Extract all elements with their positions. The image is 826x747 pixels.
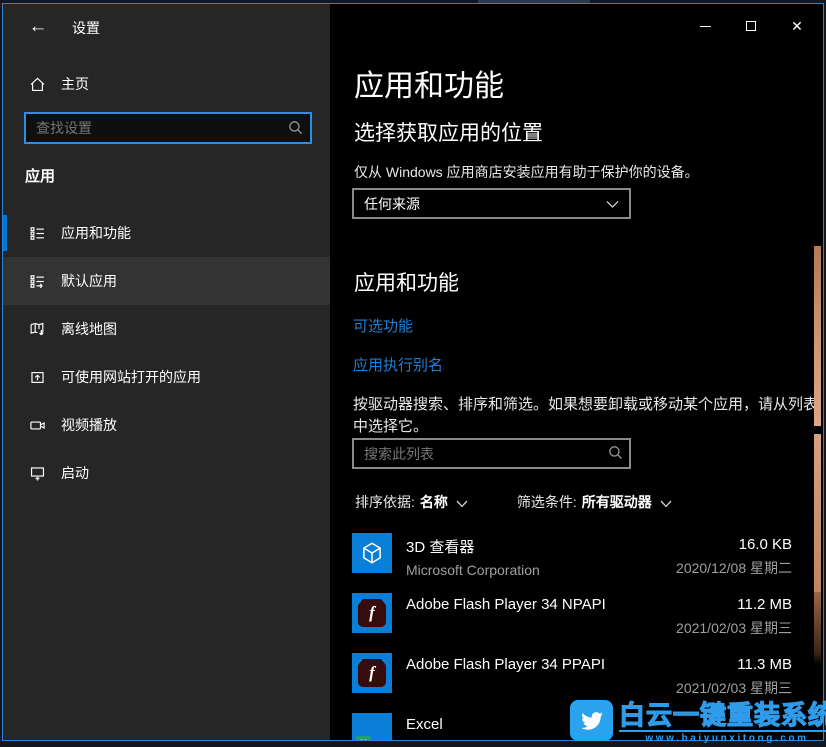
excel-logo-icon: X <box>356 736 371 741</box>
main-content: ✕ 应用和功能 选择获取应用的位置 仅从 Windows 应用商店安装应用有助于… <box>330 4 823 740</box>
app-name: Adobe Flash Player 34 PPAPI <box>406 656 605 673</box>
sort-filter-row: 排序依据: 名称 筛选条件: 所有驱动器 <box>355 492 672 512</box>
excel-icon: X <box>352 713 392 741</box>
close-button[interactable]: ✕ <box>774 10 820 42</box>
default-apps-icon <box>28 272 46 290</box>
flash-icon: f <box>352 653 392 693</box>
app-row-flash-ppapi[interactable]: f Adobe Flash Player 34 PPAPI 11.3 MB 20… <box>352 653 792 697</box>
filter-group: 筛选条件: 所有驱动器 <box>517 492 672 512</box>
back-button[interactable]: ← <box>21 12 55 42</box>
app-source-dropdown-value: 任何来源 <box>364 194 420 214</box>
sidebar-section-label: 应用 <box>25 165 55 186</box>
app-name: 3D 查看器 <box>406 536 540 557</box>
sidebar-item-label: 离线地图 <box>61 319 117 339</box>
sidebar-item-label: 视频播放 <box>61 415 117 435</box>
sort-by-value[interactable]: 名称 <box>420 492 448 512</box>
close-icon: ✕ <box>791 19 803 33</box>
window-controls: ✕ <box>682 10 820 42</box>
app-name: Excel <box>406 716 443 733</box>
sidebar-item-label: 应用和功能 <box>61 223 131 243</box>
app-row-3d-viewer[interactable]: 3D 查看器 Microsoft Corporation 16.0 KB 202… <box>352 533 792 577</box>
twitter-bird-icon <box>570 700 613 741</box>
sidebar-item-apps-for-websites[interactable]: 可使用网站打开的应用 <box>3 353 330 401</box>
sidebar-item-label: 可使用网站打开的应用 <box>61 367 201 387</box>
window-title: 设置 <box>72 18 100 38</box>
maximize-icon <box>746 21 756 31</box>
home-icon <box>28 75 46 93</box>
minimize-icon <box>700 26 711 27</box>
watermark-title: 白云一键重装系统 <box>619 700 826 730</box>
filter-by-value[interactable]: 所有驱动器 <box>582 492 652 512</box>
maximize-button[interactable] <box>728 10 774 42</box>
app-execution-aliases-link[interactable]: 应用执行别名 <box>353 354 443 375</box>
minimize-button[interactable] <box>682 10 728 42</box>
right-edge-sliver <box>814 592 821 664</box>
filter-by-label: 筛选条件: <box>517 492 577 512</box>
sidebar-item-label: 主页 <box>61 74 89 94</box>
app-list-search <box>352 438 631 469</box>
app-publisher: Microsoft Corporation <box>406 562 540 578</box>
apps-features-section-title: 应用和功能 <box>354 267 459 297</box>
app-name: Adobe Flash Player 34 NPAPI <box>406 596 606 613</box>
settings-search <box>24 112 312 144</box>
app-date: 2021/02/03 星期三 <box>676 678 792 698</box>
sort-by-label: 排序依据: <box>355 492 415 512</box>
sidebar-nav: 应用和功能 默认应用 <box>3 209 330 497</box>
apps-for-websites-icon <box>28 368 46 386</box>
list-hint-text: 按驱动器搜索、排序和筛选。如果想要卸载或移动某个应用，请从列表中选择它。 <box>353 394 819 438</box>
startup-icon <box>28 464 46 482</box>
app-list-search-input[interactable] <box>352 438 631 469</box>
sidebar-item-startup[interactable]: 启动 <box>3 449 330 497</box>
sidebar-item-default-apps[interactable]: 默认应用 <box>3 257 330 305</box>
chevron-down-icon <box>606 196 619 212</box>
sidebar-item-offline-maps[interactable]: 离线地图 <box>3 305 330 353</box>
choose-source-heading: 选择获取应用的位置 <box>354 117 543 147</box>
search-icon[interactable] <box>608 445 623 465</box>
search-icon[interactable] <box>288 120 303 140</box>
back-arrow-icon: ← <box>29 16 48 38</box>
page-title: 应用和功能 <box>354 61 504 105</box>
app-size: 16.0 KB <box>676 536 792 553</box>
right-edge-sliver <box>814 434 821 592</box>
site-watermark: 白云一键重装系统 www.baiyunxitong.com <box>570 700 826 746</box>
flash-icon: f <box>352 593 392 633</box>
3d-viewer-icon <box>352 533 392 573</box>
settings-search-input[interactable] <box>24 112 312 144</box>
screenshot-root: ← 设置 主页 应用 <box>0 0 826 747</box>
watermark-url: www.baiyunxitong.com <box>619 730 826 744</box>
optional-features-link[interactable]: 可选功能 <box>353 315 413 336</box>
apps-features-icon <box>28 224 46 242</box>
sidebar-item-video-playback[interactable]: 视频播放 <box>3 401 330 449</box>
offline-maps-icon <box>28 320 46 338</box>
sidebar-item-label: 启动 <box>61 463 89 483</box>
sidebar-item-home[interactable]: 主页 <box>3 66 330 102</box>
chevron-down-icon[interactable] <box>660 495 672 511</box>
sidebar: ← 设置 主页 应用 <box>3 4 330 740</box>
store-hint-text: 仅从 Windows 应用商店安装应用有助于保护你的设备。 <box>354 162 699 182</box>
sidebar-item-label: 默认应用 <box>61 271 117 291</box>
app-size: 11.3 MB <box>676 656 792 673</box>
sidebar-item-apps-features[interactable]: 应用和功能 <box>3 209 330 257</box>
app-row-flash-npapi[interactable]: f Adobe Flash Player 34 NPAPI 11.2 MB 20… <box>352 593 792 637</box>
video-playback-icon <box>28 416 46 434</box>
right-edge-sliver <box>814 246 821 426</box>
settings-window: ← 设置 主页 应用 <box>2 3 824 741</box>
chevron-down-icon[interactable] <box>456 495 468 511</box>
app-date: 2021/02/03 星期三 <box>676 618 792 638</box>
watermark-text-block: 白云一键重装系统 www.baiyunxitong.com <box>619 700 826 746</box>
app-size: 11.2 MB <box>676 596 792 613</box>
app-date: 2020/12/08 星期二 <box>676 558 792 578</box>
app-source-dropdown[interactable]: 任何来源 <box>352 188 631 219</box>
